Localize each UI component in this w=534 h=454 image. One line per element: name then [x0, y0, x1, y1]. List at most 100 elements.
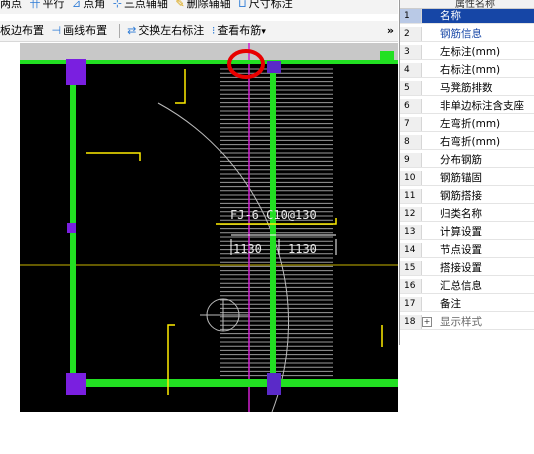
property-row[interactable]: 13 计算设置: [400, 225, 534, 240]
property-row[interactable]: 12 归类名称: [400, 207, 534, 222]
toolbar-item-label: 删除辅轴: [186, 0, 231, 10]
row-number: 11: [400, 189, 422, 203]
two-point-tool[interactable]: 两点: [0, 0, 22, 14]
property-label: 搭接设置: [440, 262, 482, 274]
toolbar-item-label: 点角: [83, 0, 106, 10]
property-panel-header: 属性名称: [400, 0, 534, 10]
property-label: 分布钢筋: [440, 154, 482, 166]
row-number: 4: [400, 63, 422, 77]
toolbar-more-button[interactable]: »: [387, 21, 394, 41]
property-label: 备注: [440, 298, 461, 310]
row-number: 10: [400, 171, 422, 185]
property-row[interactable]: 1 名称: [400, 9, 534, 24]
row-number: 16: [400, 279, 422, 293]
row-number: 6: [400, 99, 422, 113]
property-row[interactable]: 17 备注: [400, 297, 534, 312]
property-row[interactable]: 3 左标注(mm): [400, 45, 534, 60]
view-rebar-button[interactable]: ⁝ 查看布筋▾: [211, 21, 266, 41]
property-label: 显示样式: [440, 316, 482, 328]
toolbar-item-label: 平行: [42, 0, 65, 10]
property-row[interactable]: 4 右标注(mm): [400, 63, 534, 78]
property-row[interactable]: 18 + 显示样式: [400, 315, 534, 330]
property-panel: 属性名称 1 名称 2 钢筋信息 3 左标注(mm) 4 右标注(mm) 5 马凳筋排数 6 非单边标…: [399, 0, 534, 345]
swap-label-button[interactable]: ⇄ 交换左右标注: [127, 21, 204, 41]
dimension-tool[interactable]: ⊔ 尺寸标注: [238, 0, 293, 14]
left-dimension-label[interactable]: 1130: [233, 242, 262, 256]
point-angle-tool[interactable]: ⊿ 点角: [72, 0, 105, 14]
toolbar-divider: [118, 24, 120, 38]
property-label: 钢筋锚固: [440, 172, 482, 184]
right-dimension-label[interactable]: 1130: [288, 242, 317, 256]
row-number: 3: [400, 45, 422, 59]
toolbar-item-label: 交换左右标注: [138, 24, 205, 37]
row-number: 5: [400, 81, 422, 95]
property-row[interactable]: 2 钢筋信息: [400, 27, 534, 42]
cad-drawing: FJ-6 C10@130 1130 1130: [20, 43, 398, 412]
property-label: 归类名称: [440, 208, 482, 220]
row-number: 8: [400, 135, 422, 149]
property-row[interactable]: 5 马凳筋排数: [400, 81, 534, 96]
bottom-beam: [72, 379, 398, 387]
property-label: 节点设置: [440, 244, 482, 256]
parallel-icon: 卄: [29, 0, 41, 10]
rebar-mark-left: [86, 152, 141, 161]
property-label: 左标注(mm): [440, 46, 501, 58]
property-row[interactable]: 10 钢筋锚固: [400, 171, 534, 186]
column-bottom-left: [66, 373, 86, 395]
slab-hatch: [220, 68, 333, 377]
middle-beam: [270, 65, 276, 385]
property-row[interactable]: 6 非单边标注含支座: [400, 99, 534, 114]
parallel-tool[interactable]: 卄平行: [30, 0, 65, 14]
row-number: 1: [400, 9, 422, 23]
three-point-aux-icon: ⊹: [112, 0, 122, 10]
top-right-beam-end: [380, 51, 394, 63]
row-number: 12: [400, 207, 422, 221]
toolbar-item-label: 查看布筋: [217, 24, 262, 37]
property-row[interactable]: 14 节点设置: [400, 243, 534, 258]
swap-label-icon: ⇄: [127, 24, 137, 37]
board-edge-layout-button[interactable]: 板边布置: [0, 21, 44, 41]
secondary-toolbar: 板边布置 ⊣ 画线布置 ⇄ 交换左右标注 ⁝ 查看布筋▾ »: [0, 21, 398, 42]
column-top-middle: [267, 61, 281, 73]
property-label: 钢筋搭接: [440, 190, 482, 202]
rebar-mark-top: [175, 69, 186, 104]
toolbar-item-label: 尺寸标注: [248, 0, 293, 10]
property-label: 右标注(mm): [440, 64, 501, 76]
property-label: 马凳筋排数: [440, 82, 493, 94]
delete-aux-icon: ✎: [175, 0, 185, 10]
column-left-middle: [67, 223, 76, 233]
row-number: 7: [400, 117, 422, 131]
expand-plus-icon[interactable]: +: [422, 317, 432, 327]
dimension-icon: ⊔: [238, 0, 247, 10]
chevron-down-icon: ▾: [261, 27, 266, 37]
property-label: 非单边标注含支座: [440, 100, 524, 112]
toolbar-item-label: 画线布置: [63, 24, 108, 37]
column-top-left: [66, 59, 86, 85]
property-label: 汇总信息: [440, 280, 482, 292]
property-row[interactable]: 16 汇总信息: [400, 279, 534, 294]
drawing-canvas[interactable]: FJ-6 C10@130 1130 1130: [20, 43, 398, 412]
property-row[interactable]: 8 右弯折(mm): [400, 135, 534, 150]
row-number: 13: [400, 225, 422, 239]
delete-aux-tool[interactable]: ✎ 删除辅轴: [175, 0, 230, 14]
line-layout-icon: ⊣: [51, 24, 62, 37]
property-row[interactable]: 9 分布钢筋: [400, 153, 534, 168]
row-number: 14: [400, 243, 422, 257]
property-row[interactable]: 15 搭接设置: [400, 261, 534, 276]
property-label: 右弯折(mm): [440, 136, 501, 148]
three-point-aux-tool[interactable]: ⊹ 三点辅轴: [113, 0, 168, 14]
row-number: 15: [400, 261, 422, 275]
property-label: 钢筋信息: [440, 28, 482, 40]
point-angle-icon: ⊿: [72, 0, 82, 10]
column-bottom-middle: [267, 373, 281, 395]
rebar-label[interactable]: FJ-6 C10@130: [230, 208, 317, 222]
line-layout-button[interactable]: ⊣ 画线布置: [52, 21, 108, 41]
property-row[interactable]: 7 左弯折(mm): [400, 117, 534, 132]
top-beam-band: [20, 43, 398, 60]
view-rebar-icon: ⁝: [211, 24, 216, 37]
row-number: 2: [400, 27, 422, 41]
property-row[interactable]: 11 钢筋搭接: [400, 189, 534, 204]
property-label: 计算设置: [440, 226, 482, 238]
row-number: 18: [400, 315, 422, 329]
top-toolbar: 两点 卄平行 ⊿ 点角 ⊹ 三点辅轴 ✎ 删除辅轴 ⊔ 尺寸标注: [0, 0, 398, 14]
